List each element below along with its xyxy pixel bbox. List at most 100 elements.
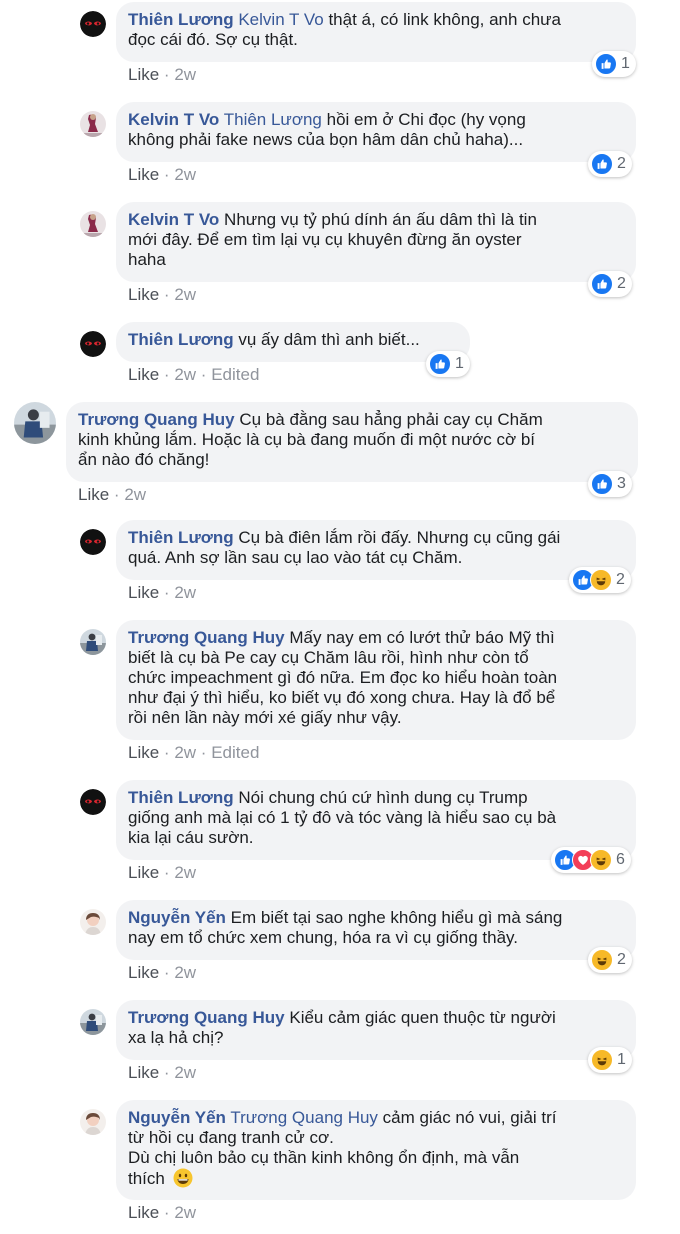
comment-text: Cụ bà điên lắm rồi đấy. Nhưng cụ cũng gá… — [238, 528, 561, 547]
timestamp[interactable]: 2w — [174, 743, 196, 762]
like-reaction-icon — [595, 53, 617, 75]
avatar[interactable] — [80, 211, 106, 237]
reaction-count: 6 — [616, 851, 625, 868]
reaction-count: 2 — [617, 155, 626, 172]
like-reaction-icon — [591, 473, 613, 495]
avatar[interactable] — [80, 529, 106, 555]
reaction-count: 1 — [621, 55, 630, 72]
like-link[interactable]: Like — [128, 1063, 159, 1082]
comment-author[interactable]: Nguyễn Yến — [128, 1108, 226, 1127]
avatar[interactable] — [80, 629, 106, 655]
comment-meta: Like · 2w · Edited — [128, 365, 260, 384]
comment-bubble: Trương Quang Huy Cụ bà đằng sau hẳng phả… — [66, 402, 638, 482]
mention-link[interactable]: Kelvin T Vo — [238, 10, 323, 29]
grinning-face-emoji — [173, 1168, 193, 1193]
comment-meta: Like · 2w — [128, 285, 197, 304]
reaction-summary[interactable]: 1 — [592, 51, 636, 77]
reaction-summary[interactable]: 3 — [588, 471, 632, 497]
comment-text: Cụ bà đằng sau hẳng phải cay cụ Chăm — [239, 410, 543, 429]
reaction-summary[interactable]: 2 — [588, 151, 632, 177]
comment-text: vụ ấy dâm thì anh biết... — [238, 330, 420, 349]
haha-reaction-icon — [591, 1049, 613, 1071]
like-link[interactable]: Like — [128, 1203, 159, 1222]
timestamp[interactable]: 2w — [174, 583, 196, 602]
comment-author[interactable]: Kelvin T Vo — [128, 210, 219, 229]
timestamp[interactable]: 2w — [174, 1203, 196, 1222]
avatar[interactable] — [80, 331, 106, 357]
comment-author[interactable]: Thiên Lương — [128, 788, 234, 807]
comment-text: nay em tổ chức xem chung, hóa ra vì cụ g… — [128, 928, 518, 947]
avatar[interactable] — [80, 111, 106, 137]
timestamp[interactable]: 2w — [174, 1063, 196, 1082]
reaction-summary[interactable]: 1 — [588, 1047, 632, 1073]
like-link[interactable]: Like — [128, 285, 159, 304]
avatar[interactable] — [80, 909, 106, 935]
edited-label[interactable]: Edited — [211, 743, 259, 762]
comment-bubble: Thiên Lương Cụ bà điên lắm rồi đấy. Nhưn… — [116, 520, 636, 580]
avatar[interactable] — [14, 402, 56, 444]
avatar[interactable] — [80, 11, 106, 37]
reaction-count: 2 — [616, 571, 625, 588]
reaction-count: 1 — [617, 1051, 626, 1068]
comment-text: haha — [128, 250, 166, 269]
comment-text: từ hồi cụ đang tranh cử cơ. — [128, 1128, 334, 1147]
mention-link[interactable]: Thiên Lương — [224, 110, 322, 129]
comment-author[interactable]: Nguyễn Yến — [128, 908, 226, 927]
comment-bubble: Kelvin T Vo Thiên Lương hồi em ở Chi đọc… — [116, 102, 636, 162]
avatar[interactable] — [80, 1109, 106, 1135]
like-link[interactable]: Like — [128, 583, 159, 602]
like-link[interactable]: Like — [78, 485, 109, 504]
comment-author[interactable]: Trương Quang Huy — [128, 628, 285, 647]
comment-meta: Like · 2w — [128, 1063, 197, 1082]
timestamp[interactable]: 2w — [174, 963, 196, 982]
reaction-summary[interactable]: 6 — [551, 847, 631, 873]
comment-author[interactable]: Kelvin T Vo — [128, 110, 219, 129]
reaction-summary[interactable]: 2 — [569, 567, 631, 593]
mention-link[interactable]: Trương Quang Huy — [230, 1108, 378, 1127]
like-link[interactable]: Like — [128, 743, 159, 762]
haha-reaction-icon — [590, 569, 612, 591]
reaction-count: 2 — [617, 275, 626, 292]
comment-meta: Like · 2w — [128, 583, 197, 602]
like-link[interactable]: Like — [128, 963, 159, 982]
comment-text: Mấy nay em có lướt thử báo Mỹ thì — [289, 628, 555, 647]
comment-text: ẩn nào đó chăng! — [78, 450, 210, 469]
reaction-summary[interactable]: 2 — [588, 947, 632, 973]
edited-label[interactable]: Edited — [211, 365, 259, 384]
comment-meta: Like · 2w — [128, 963, 197, 982]
comment-author[interactable]: Thiên Lương — [128, 528, 234, 547]
like-link[interactable]: Like — [128, 863, 159, 882]
comment-bubble: Nguyễn Yến Em biết tại sao nghe không hi… — [116, 900, 636, 960]
like-link[interactable]: Like — [128, 65, 159, 84]
comment-author[interactable]: Thiên Lương — [128, 10, 234, 29]
comment-meta: Like · 2w — [128, 1203, 197, 1222]
comment-text: không phải fake news của bọn hâm dân chủ… — [128, 130, 524, 149]
comment-bubble: Kelvin T Vo Nhưng vụ tỷ phú dính án ấu d… — [116, 202, 636, 282]
comment-text: cảm giác nó vui, giải trí — [382, 1108, 557, 1127]
avatar[interactable] — [80, 789, 106, 815]
comment-meta: Like · 2w — [128, 65, 197, 84]
comment-meta: Like · 2w · Edited — [128, 743, 260, 762]
timestamp[interactable]: 2w — [174, 65, 196, 84]
reaction-summary[interactable]: 2 — [588, 271, 632, 297]
timestamp[interactable]: 2w — [124, 485, 146, 504]
like-link[interactable]: Like — [128, 165, 159, 184]
timestamp[interactable]: 2w — [174, 365, 196, 384]
comment-text: biết là cụ bà Pe cay cụ Chăm lâu rồi, hì… — [128, 648, 529, 667]
comment-author[interactable]: Thiên Lương — [128, 330, 234, 349]
timestamp[interactable]: 2w — [174, 165, 196, 184]
comment-text: chức impeachment gì đó nữa. Em đọc ko hi… — [128, 668, 558, 687]
reaction-count: 3 — [617, 475, 626, 492]
reaction-summary[interactable]: 1 — [426, 351, 470, 377]
comment-text: kia lại cáu sườn. — [128, 828, 254, 847]
like-link[interactable]: Like — [128, 365, 159, 384]
comment-text: kinh khủng lắm. Hoặc là cụ bà đang muốn … — [78, 430, 536, 449]
timestamp[interactable]: 2w — [174, 285, 196, 304]
comment-bubble: Nguyễn Yến Trương Quang Huy cảm giác nó … — [116, 1100, 636, 1200]
comment-text: Nhưng vụ tỷ phú dính án ấu dâm thì là ti… — [224, 210, 537, 229]
avatar[interactable] — [80, 1009, 106, 1035]
comment-author[interactable]: Trương Quang Huy — [128, 1008, 285, 1027]
reaction-count: 2 — [617, 951, 626, 968]
timestamp[interactable]: 2w — [174, 863, 196, 882]
comment-author[interactable]: Trương Quang Huy — [78, 410, 235, 429]
